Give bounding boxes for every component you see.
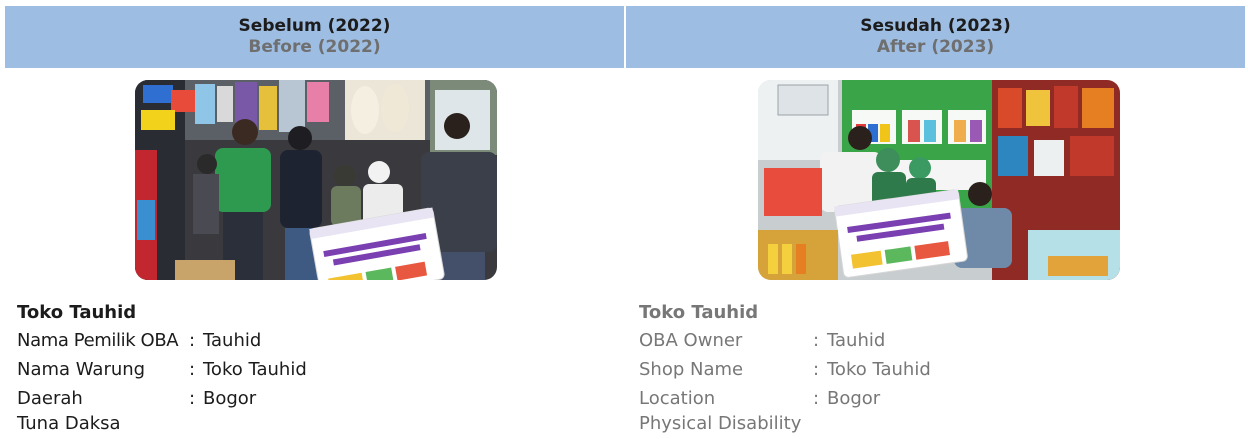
before-shop-name: Toko Tauhid	[17, 302, 137, 323]
before-header-title: Sebelum (2022)	[238, 16, 391, 36]
after-header-subtitle: After (2023)	[876, 37, 995, 57]
before-header-subtitle: Before (2022)	[248, 37, 381, 57]
before-owner-label: Nama Pemilik OBA	[17, 330, 179, 351]
after-shop-info: Toko Tauhid OBA Owner : Tauhid Shop Name…	[639, 300, 931, 437]
after-info-row-shop: Shop Name : Toko Tauhid	[639, 355, 931, 384]
after-owner-value: Tauhid	[827, 330, 886, 351]
before-photo	[135, 80, 497, 280]
after-location-label: Location	[639, 388, 716, 409]
after-location-value: Bogor	[827, 388, 881, 409]
comparison-header: Sebelum (2022) Before (2022) Sesudah (20…	[5, 6, 1245, 68]
after-shop-colon: :	[813, 359, 820, 380]
before-shop-label: Nama Warung	[17, 359, 146, 380]
before-owner-colon: :	[189, 330, 196, 351]
after-shop-value: Toko Tauhid	[827, 359, 931, 380]
after-info-row-extra: Physical Disability	[639, 413, 931, 437]
before-info-row-owner: Nama Pemilik OBA : Tauhid	[17, 326, 307, 355]
after-owner-label: OBA Owner	[639, 330, 743, 351]
after-shop-label: Shop Name	[639, 359, 744, 380]
after-photo	[758, 80, 1120, 280]
before-info-row-location: Daerah : Bogor	[17, 384, 307, 413]
before-owner-value: Tauhid	[203, 330, 262, 351]
after-header-title: Sesudah (2023)	[860, 16, 1011, 36]
before-header-cell: Sebelum (2022) Before (2022)	[5, 6, 624, 68]
before-shop-value: Toko Tauhid	[203, 359, 307, 380]
after-info-row-location: Location : Bogor	[639, 384, 931, 413]
before-location-value: Bogor	[203, 388, 257, 409]
after-header-cell: Sesudah (2023) After (2023)	[624, 6, 1245, 68]
after-shop-name: Toko Tauhid	[639, 302, 759, 323]
before-disability-label: Tuna Daksa	[17, 413, 121, 434]
before-shop-info: Toko Tauhid Nama Pemilik OBA : Tauhid Na…	[17, 300, 307, 437]
after-disability-label: Physical Disability	[639, 413, 802, 434]
before-info-row-shop: Nama Warung : Toko Tauhid	[17, 355, 307, 384]
after-owner-colon: :	[813, 330, 820, 351]
before-location-colon: :	[189, 388, 196, 409]
before-info-row-extra: Tuna Daksa	[17, 413, 307, 437]
before-shop-colon: :	[189, 359, 196, 380]
after-info-row-owner: OBA Owner : Tauhid	[639, 326, 931, 355]
after-location-colon: :	[813, 388, 820, 409]
before-location-label: Daerah	[17, 388, 83, 409]
